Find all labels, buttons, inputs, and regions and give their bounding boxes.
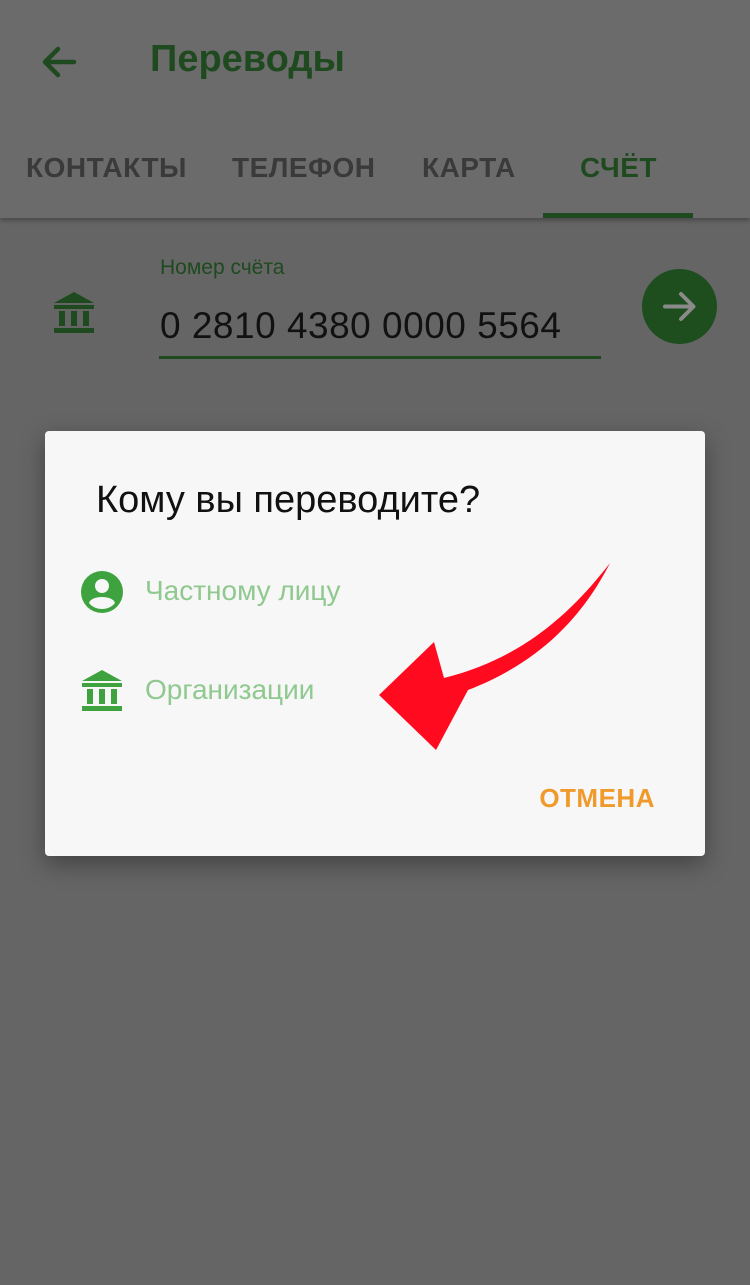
bank-icon — [79, 668, 125, 714]
person-icon — [79, 569, 125, 615]
next-button[interactable] — [642, 269, 717, 344]
annotation-arrow-icon — [379, 563, 610, 750]
tab-bar: КОНТАКТЫ ТЕЛЕФОН КАРТА СЧЁТ — [0, 140, 750, 218]
tab-card[interactable]: КАРТА — [422, 152, 516, 184]
account-number-label: Номер счёта — [160, 256, 285, 279]
active-tab-indicator — [543, 213, 693, 218]
account-number-input[interactable]: 0 2810 4380 0000 5564 — [160, 305, 561, 347]
tab-phone[interactable]: ТЕЛЕФОН — [232, 152, 376, 184]
app-bar: Переводы КОНТАКТЫ ТЕЛЕФОН КАРТА СЧЁТ — [0, 0, 750, 218]
cancel-button[interactable]: ОТМЕНА — [539, 783, 655, 814]
dialog-title: Кому вы переводите? — [96, 479, 481, 521]
arrow-left-icon — [42, 46, 77, 78]
back-button[interactable] — [34, 36, 86, 88]
option-private-person-label: Частному лицу — [145, 575, 341, 606]
tab-contacts[interactable]: КОНТАКТЫ — [26, 152, 187, 184]
account-number-underline — [159, 356, 601, 359]
bank-icon — [52, 290, 96, 336]
arrow-right-icon — [663, 292, 696, 321]
option-organization-label: Организации — [145, 674, 315, 705]
tab-account[interactable]: СЧЁТ — [580, 152, 657, 184]
page-title: Переводы — [150, 38, 345, 80]
